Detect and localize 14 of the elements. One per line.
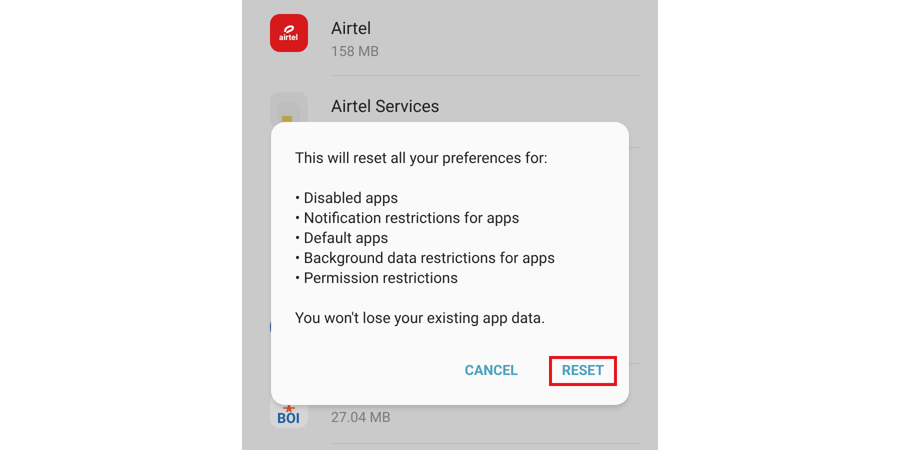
app-name: Airtel Services <box>331 96 440 118</box>
list-item: • Disabled apps <box>295 188 400 208</box>
reset-button[interactable]: RESET <box>548 356 617 386</box>
app-name: Airtel <box>331 18 372 40</box>
app-icon: airtel <box>270 14 308 52</box>
list-item: • Default apps <box>295 228 390 248</box>
cancel-button[interactable]: CANCEL <box>452 356 531 386</box>
list-item: • Permission restrictions <box>295 268 459 288</box>
list-item: • Notification restrictions for apps <box>295 208 520 228</box>
list-item: • Background data restrictions for apps <box>295 248 556 268</box>
dialog-note: You won't lose your existing app data. <box>295 308 546 328</box>
dialog-message: This will reset all your preferences for: <box>295 148 549 168</box>
app-size: 27.04 MB <box>331 409 392 428</box>
app-size: 158 MB <box>331 43 380 62</box>
